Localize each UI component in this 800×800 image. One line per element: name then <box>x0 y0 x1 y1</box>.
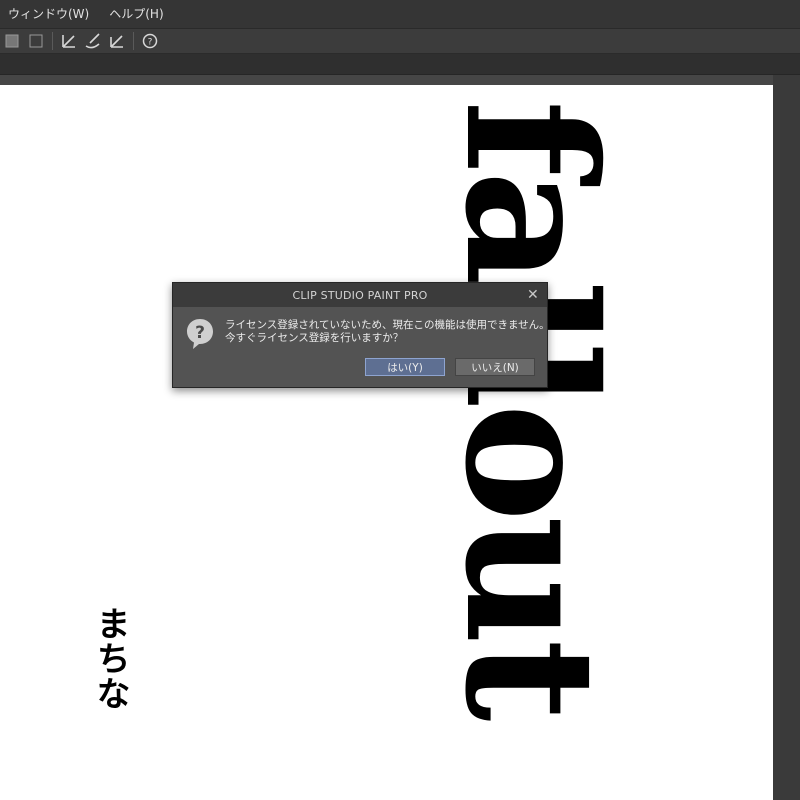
dialog-message-line: 今すぐライセンス登録を行いますか？ <box>225 332 404 344</box>
dialog-titlebar[interactable]: CLIP STUDIO PAINT PRO ✕ <box>173 283 547 307</box>
menu-window[interactable]: ウィンドウ(W) <box>0 0 99 28</box>
pen-ruler-icon[interactable] <box>106 30 128 52</box>
dialog-message-line: ライセンス登録されていないため、現在この機能は使用できません。 <box>225 319 550 331</box>
ruler-snap-icon[interactable] <box>58 30 80 52</box>
document-tab-strip <box>0 54 800 75</box>
toolbar: ? <box>0 29 800 54</box>
no-button[interactable]: いいえ(N) <box>455 358 535 376</box>
right-panel <box>773 75 800 800</box>
menu-help[interactable]: ヘルプ(H) <box>99 0 173 28</box>
brush-icon[interactable] <box>82 30 104 52</box>
japanese-vertical-text: まちな <box>90 606 130 711</box>
refresh-help-icon[interactable]: ? <box>139 30 161 52</box>
vertical-title-text: fallout <box>440 100 630 800</box>
menu-bar: ウィンドウ(W) ヘルプ(H) <box>0 0 800 29</box>
toolbar-divider <box>52 32 53 50</box>
fill-icon[interactable] <box>25 30 47 52</box>
question-icon: ? <box>185 317 215 351</box>
fallout-text: fallout <box>440 100 630 716</box>
svg-text:?: ? <box>195 323 205 343</box>
close-icon[interactable]: ✕ <box>523 285 543 305</box>
dialog-title: CLIP STUDIO PAINT PRO <box>292 288 428 302</box>
yes-button[interactable]: はい(Y) <box>365 358 445 376</box>
toolbar-divider <box>133 32 134 50</box>
snap-icon[interactable] <box>1 30 23 52</box>
dialog-message: ライセンス登録されていないため、現在この機能は使用できません。 今すぐライセンス… <box>225 319 550 345</box>
svg-text:?: ? <box>148 38 153 48</box>
license-dialog: CLIP STUDIO PAINT PRO ✕ ? ライセンス登録されていないた… <box>172 282 550 388</box>
